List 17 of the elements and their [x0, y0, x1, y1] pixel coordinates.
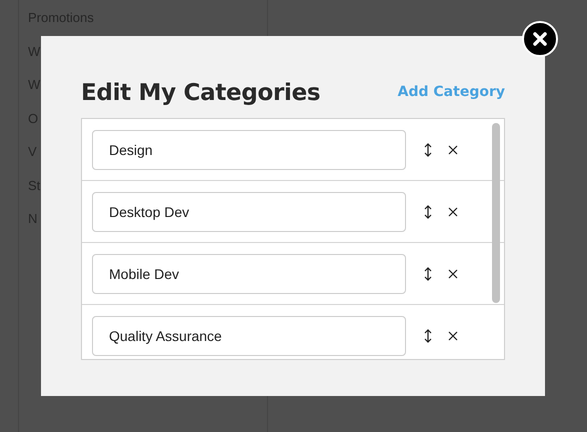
remove-icon[interactable]: [448, 144, 458, 154]
category-field[interactable]: Mobile Dev: [92, 254, 406, 294]
move-icon[interactable]: [424, 142, 432, 156]
remove-icon[interactable]: [448, 268, 458, 278]
close-button[interactable]: [522, 21, 558, 57]
add-category-link[interactable]: Add Category: [398, 84, 505, 100]
category-field[interactable]: Quality Assurance: [92, 316, 406, 356]
move-icon[interactable]: [424, 328, 432, 342]
close-icon: [533, 32, 547, 46]
modal-title: Edit My Categories: [81, 80, 320, 106]
remove-icon[interactable]: [448, 330, 458, 340]
move-icon[interactable]: [424, 266, 432, 280]
move-icon[interactable]: [424, 204, 432, 218]
category-field[interactable]: Design: [92, 130, 406, 170]
scrollbar-thumb[interactable]: [492, 123, 500, 303]
remove-icon[interactable]: [448, 206, 458, 216]
category-field[interactable]: Desktop Dev: [92, 192, 406, 232]
